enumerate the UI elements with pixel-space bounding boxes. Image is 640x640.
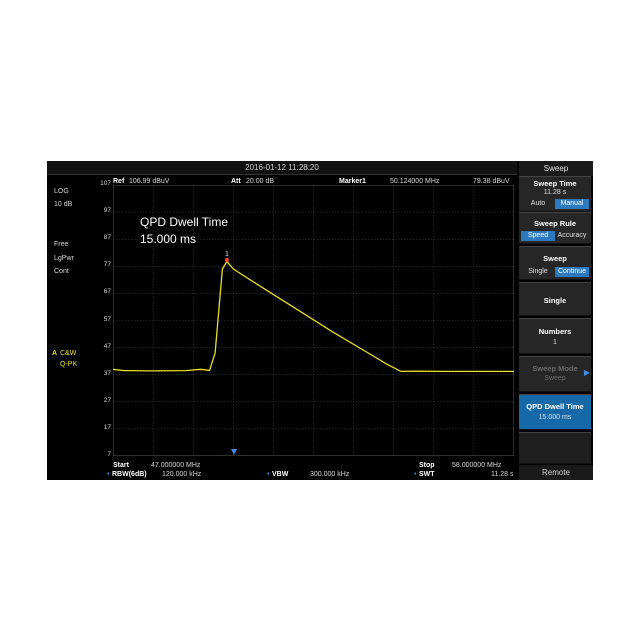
sweep-time-manual[interactable]: Manual xyxy=(555,199,589,209)
y-tick-label: 67 xyxy=(103,288,111,296)
spectrum-plot: 1 QPD Dwell Time 15.000 ms xyxy=(113,185,514,456)
sweep-mode-value: Sweep xyxy=(544,375,566,382)
annotation-title: QPD Dwell Time xyxy=(140,215,228,229)
y-tick-label: 77 xyxy=(103,261,111,269)
swt-value: 11.28 s xyxy=(491,471,514,478)
y-tick-label: 57 xyxy=(103,315,111,323)
empty-softkey[interactable] xyxy=(519,432,591,464)
sweep-rule-toggle[interactable]: Speed Accuracy xyxy=(521,231,589,241)
analyzer-screen: 2016-01-12 11:28:20 LOG 10 dB Free LgPwr… xyxy=(47,161,593,480)
detector-qpk: Q-PK xyxy=(60,361,78,368)
y-tick-label: 87 xyxy=(103,234,111,242)
y-tick-label: 97 xyxy=(103,207,111,215)
single-label: Single xyxy=(543,296,567,305)
sweep-rule-button[interactable]: Sweep Rule Speed Accuracy xyxy=(519,212,591,244)
sweep-time-value: 11.28 s xyxy=(543,189,567,196)
menu-title: Sweep xyxy=(519,161,593,176)
sweep-time-toggle[interactable]: Auto Manual xyxy=(521,199,589,209)
sweep-mode-label: Sweep Mode xyxy=(532,364,578,373)
rbw-dot-icon: • xyxy=(107,471,110,478)
vbw-value: 300.000 kHz xyxy=(310,471,350,478)
sweep-time-label: Sweep Time xyxy=(533,179,577,188)
sweep-mode-button[interactable]: Sweep Mode Sweep ▶ xyxy=(519,356,591,392)
stop-label: Stop xyxy=(419,462,435,469)
numbers-label: Numbers xyxy=(538,327,572,336)
rbw-value: 120.000 kHz xyxy=(162,471,202,478)
start-value: 47.000000 MHz xyxy=(151,462,201,469)
y-tick-label: 37 xyxy=(103,369,111,377)
y-tick-label: 47 xyxy=(103,342,111,350)
stop-value: 58.000000 MHz xyxy=(452,462,502,469)
y-tick-label: 107 xyxy=(100,180,111,187)
ref-label: Ref xyxy=(113,178,125,185)
scale-div: 10 dB xyxy=(54,201,73,208)
qpd-dwell-time-button[interactable]: QPD Dwell Time 15.000 ms xyxy=(519,394,591,430)
sweep-toggle[interactable]: Single Continue xyxy=(521,267,589,277)
marker-point[interactable] xyxy=(224,257,229,262)
att-value: 20.00 dB xyxy=(246,178,275,185)
start-label: Start xyxy=(113,462,129,469)
y-tick-label: 27 xyxy=(103,396,111,404)
datetime-bar: 2016-01-12 11:28:20 xyxy=(47,161,517,175)
qpd-dwell-time-label: QPD Dwell Time xyxy=(526,402,584,411)
sweep-rule-speed[interactable]: Speed xyxy=(521,231,555,241)
trace-type: LgPwr xyxy=(54,255,74,262)
detector-cw: C&W xyxy=(60,350,77,357)
vbw-label: VBW xyxy=(272,471,289,478)
swt-label: SWT xyxy=(419,471,435,478)
annotation-value: 15.000 ms xyxy=(140,232,196,246)
sweep-continue-option[interactable]: Continue xyxy=(555,267,589,277)
ref-value: 106.99 dBuV xyxy=(129,178,170,185)
submenu-arrow-icon: ▶ xyxy=(583,368,590,377)
sweep-rule-accuracy[interactable]: Accuracy xyxy=(555,231,589,241)
marker-freq: 50.124000 MHz xyxy=(390,178,440,185)
y-tick-label: 7 xyxy=(107,451,111,458)
marker-level: 79.38 dBuV xyxy=(473,178,510,185)
sweep-time-button[interactable]: Sweep Time 11.28 s Auto Manual xyxy=(519,176,591,212)
sweep-time-auto[interactable]: Auto xyxy=(521,199,555,209)
marker-tag: 1 xyxy=(225,251,229,258)
vbw-dot-icon: • xyxy=(267,471,270,478)
trigger-mode: Free xyxy=(54,241,69,248)
att-label: Att xyxy=(231,178,241,185)
remote-status: Remote xyxy=(519,465,593,480)
sweep-button[interactable]: Sweep Single Continue xyxy=(519,246,591,280)
marker-label: Marker1 xyxy=(339,178,366,185)
rbw-label: RBW(6dB) xyxy=(112,471,147,478)
sweep-cont: Cont xyxy=(54,268,69,275)
numbers-button[interactable]: Numbers 1 xyxy=(519,318,591,354)
single-button[interactable]: Single xyxy=(519,282,591,316)
numbers-value: 1 xyxy=(553,339,557,346)
qpd-dwell-time-value: 15.000 ms xyxy=(538,414,572,421)
sweep-single-option[interactable]: Single xyxy=(521,267,555,277)
datetime: 2016-01-12 11:28:20 xyxy=(245,163,319,172)
scale-type: LOG xyxy=(54,188,69,195)
sweep-rule-label: Sweep Rule xyxy=(533,219,577,228)
sweep-label: Sweep xyxy=(543,254,567,263)
swt-dot-icon: • xyxy=(414,471,417,478)
y-tick-label: 17 xyxy=(103,423,111,431)
detector-trace: A xyxy=(52,350,58,357)
